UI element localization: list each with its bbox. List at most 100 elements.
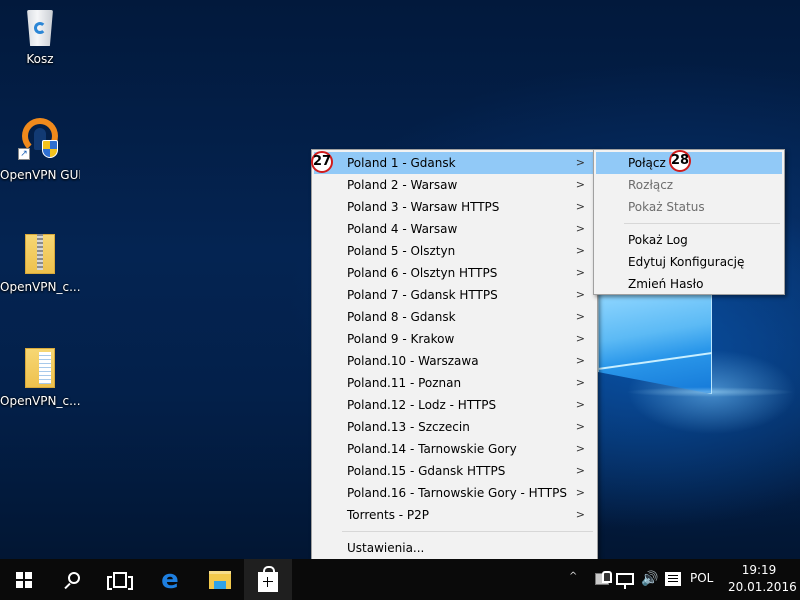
submenu-arrow-icon: > [575,178,585,191]
menu-item-label: Poland 3 - Warsaw HTTPS [347,200,500,214]
menu-item-disconnect: Rozłącz [596,174,782,196]
menu-item-server[interactable]: Poland.13 - Szczecin > [314,416,595,438]
desktop-icon-openvpn-gui[interactable]: ↗ OpenVPN GUI [0,118,80,182]
connection-submenu: Połącz Rozłącz Pokaż Status Pokaż Log Ed… [593,149,785,295]
menu-item-server[interactable]: Poland 2 - Warsaw > [314,174,595,196]
menu-item-label: Połącz [628,156,666,170]
volume-icon: 🔊 [641,571,659,587]
menu-item-server[interactable]: Poland.16 - Tarnowskie Gory - HTTPS > [314,482,595,504]
folder-icon [23,346,57,390]
desktop-icon-label: OpenVPN_c... [0,394,80,408]
tray-network[interactable] [614,569,636,589]
menu-item-label: Poland.11 - Poznan [347,376,462,390]
search-icon [68,571,80,584]
search-button[interactable] [48,559,96,600]
language-indicator[interactable]: POL [690,571,713,585]
menu-item-server[interactable]: Poland.15 - Gdansk HTTPS > [314,460,595,482]
menu-item-server[interactable]: Poland.12 - Lodz - HTTPS > [314,394,595,416]
menu-item-label: Poland 5 - Olsztyn [347,244,456,258]
desktop-icon-label: OpenVPN_c... [0,280,80,294]
menu-item-label: Poland 7 - Gdansk HTTPS [347,288,498,302]
menu-item-server[interactable]: Poland 9 - Krakow > [314,328,595,350]
submenu-arrow-icon: > [575,332,585,345]
submenu-arrow-icon: > [575,398,585,411]
menu-item-server[interactable]: Poland 4 - Warsaw > [314,218,595,240]
clock-time: 19:19 [741,563,777,577]
submenu-arrow-icon: > [575,200,585,213]
submenu-arrow-icon: > [575,354,585,367]
menu-item-label: Poland 9 - Krakow [347,332,455,346]
clock-date: 20.01.2016 [728,580,797,594]
tray-volume[interactable]: 🔊 [640,569,660,589]
menu-item-edit-config[interactable]: Edytuj Konfigurację [596,251,782,273]
desktop-icon-openvpn-zip[interactable]: OpenVPN_c... [0,232,80,294]
desktop-icon-openvpn-folder[interactable]: OpenVPN_c... [0,346,80,408]
menu-item-label: Poland 2 - Warsaw [347,178,458,192]
menu-item-label: Edytuj Konfigurację [628,255,745,269]
menu-item-show-status: Pokaż Status [596,196,782,218]
menu-item-label: Poland 4 - Warsaw [347,222,458,236]
submenu-arrow-icon: > [575,244,585,257]
windows-logo-icon [16,571,32,588]
menu-item-label: Poland 1 - Gdansk [347,156,456,170]
tray-openvpn[interactable] [592,569,612,589]
menu-item-server[interactable]: Poland 8 - Gdansk > [314,306,595,328]
desktop-icon-label: Kosz [26,52,54,66]
menu-item-label: Torrents - P2P [347,508,430,522]
wallpaper-logo-pane [598,294,712,394]
menu-item-server[interactable]: Poland 6 - Olsztyn HTTPS > [314,262,595,284]
menu-item-server[interactable]: Poland 7 - Gdansk HTTPS > [314,284,595,306]
submenu-arrow-icon: > [575,288,585,301]
menu-item-settings[interactable]: Ustawienia... [314,537,595,559]
menu-item-server[interactable]: Poland 3 - Warsaw HTTPS > [314,196,595,218]
task-view-button[interactable] [96,559,144,600]
menu-item-server[interactable]: Poland.14 - Tarnowskie Gory > [314,438,595,460]
step-callout-badge: 28 [669,150,691,172]
menu-item-label: Poland.16 - Tarnowskie Gory - HTTPS [347,486,567,500]
server-list: Poland 1 - Gdansk > Poland 2 - Warsaw > Pola… [314,152,595,526]
openvpn-tray-icon [595,571,612,585]
menu-item-label: Poland 6 - Olsztyn HTTPS [347,266,498,280]
submenu-arrow-icon: > [575,376,585,389]
menu-item-change-password[interactable]: Zmień Hasło [596,273,782,295]
edge-button[interactable]: e [146,559,194,600]
menu-item-label: Rozłącz [628,178,674,192]
openvpn-icon: ↗ [18,118,60,164]
edge-icon: e [161,564,179,595]
submenu-arrow-icon: > [575,156,585,169]
openvpn-context-menu: Poland 1 - Gdansk > Poland 2 - Warsaw > Pola… [311,149,598,580]
file-explorer-button[interactable] [196,559,244,600]
submenu-arrow-icon: > [575,266,585,279]
start-button[interactable] [0,559,48,600]
task-view-icon [107,571,133,590]
menu-item-server[interactable]: Poland 5 - Olsztyn > [314,240,595,262]
show-hidden-icons-chevron[interactable]: ^ [569,571,581,583]
menu-item-label: Poland.10 - Warszawa [347,354,479,368]
menu-item-label: Poland 8 - Gdansk [347,310,456,324]
menu-item-label: Poland.14 - Tarnowskie Gory [347,442,517,456]
step-callout-badge: 27 [311,151,333,173]
menu-separator [624,223,780,224]
menu-item-label: Pokaż Log [628,233,688,247]
store-icon [258,565,278,592]
menu-item-server[interactable]: Poland.11 - Poznan > [314,372,595,394]
menu-item-label: Poland.15 - Gdansk HTTPS [347,464,506,478]
action-center-icon [665,572,681,586]
store-button[interactable] [244,559,292,600]
desktop-icon-recycle-bin[interactable]: Kosz [0,6,80,66]
menu-item-label: Pokaż Status [628,200,705,214]
network-icon [616,573,634,589]
menu-item-server[interactable]: Poland.10 - Warszawa > [314,350,595,372]
submenu-arrow-icon: > [575,464,585,477]
menu-item-server[interactable]: Torrents - P2P > [314,504,595,526]
zip-folder-icon [23,232,57,276]
tray-action-center[interactable] [664,569,682,589]
menu-item-server[interactable]: Poland 1 - Gdansk > [314,152,595,174]
menu-item-label: Zmień Hasło [628,277,704,291]
file-explorer-icon [209,570,231,589]
menu-item-show-log[interactable]: Pokaż Log [596,229,782,251]
menu-separator [342,531,593,532]
clock[interactable]: 19:19 20.01.2016 [728,562,797,596]
menu-item-label: Poland.12 - Lodz - HTTPS [347,398,497,412]
submenu-arrow-icon: > [575,310,585,323]
